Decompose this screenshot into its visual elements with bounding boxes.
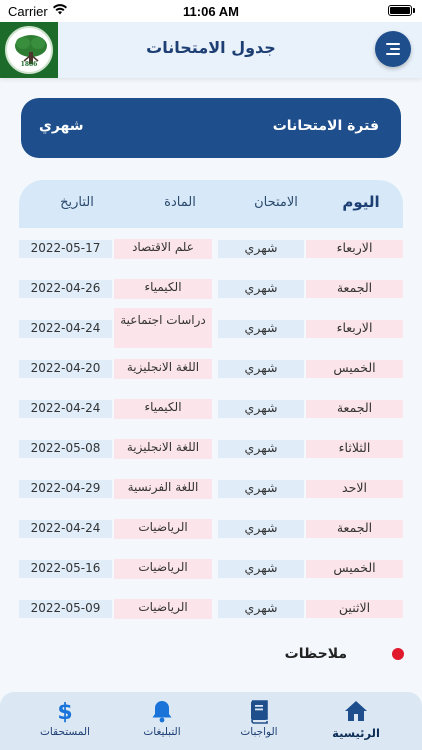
menu-icon [386,43,400,45]
home-icon [345,701,367,721]
clock: 11:06 AM [183,4,239,19]
cell-subject: اللغة الفرنسية [114,479,212,499]
dollar-icon: $ [57,700,72,724]
table-row: الاربعاء شهري دراسات اجتماعية 2022-04-24 [19,308,403,348]
cell-date: 2022-04-20 [19,360,112,378]
table-row: الاحد شهري اللغة الفرنسية 2022-04-29 [19,468,403,508]
cell-date: 2022-04-24 [19,400,112,418]
cell-subject: اللغة الانجليزية [114,439,212,459]
cell-exam: شهري [218,600,304,618]
tab-homework-label: الواجبات [240,726,278,738]
cell-date: 2022-04-24 [19,320,112,338]
period-value: شهري [39,118,84,134]
tab-notifications-label: التبليغات [143,726,181,738]
cell-exam: شهري [218,280,304,298]
tab-fees-label: المستحقات [40,726,90,738]
cell-day: الجمعة [306,400,403,418]
table-row: الجمعة شهري الرياضيات 2022-04-24 [19,508,403,548]
table-row: الخميس شهري اللغة الانجليزية 2022-04-20 [19,348,403,388]
cell-exam: شهري [218,240,304,258]
cell-exam: شهري [218,440,304,458]
cell-day: الجمعة [306,520,403,538]
cell-date: 2022-04-26 [19,280,112,298]
cell-date: 2022-04-29 [19,480,112,498]
cell-subject: الرياضيات [114,519,212,539]
tab-home-label: الرئيسية [332,726,380,740]
table-row: الاثنين شهري الرياضيات 2022-05-09 [19,588,403,628]
app-header: 1886 جدول الامتحانات [0,22,422,78]
header-subject: المادة [164,195,196,210]
status-bar: Carrier 11:06 AM [0,0,422,22]
cell-subject: الكيمياء [114,399,212,419]
bell-icon [152,701,172,723]
cell-exam: شهري [218,360,304,378]
logo-year: 1886 [20,61,38,68]
tab-homework[interactable]: الواجبات [214,698,304,738]
cell-subject: الرياضيات [114,599,212,619]
cell-subject: دراسات اجتماعية [114,308,212,348]
book-icon [251,700,268,724]
school-logo: 1886 [0,22,58,78]
notes-label: ملاحظات [284,646,347,662]
cell-subject: الكيمياء [114,279,212,299]
tab-home[interactable]: الرئيسية [311,698,401,740]
exam-period-card[interactable]: فترة الامتحانات شهري [21,98,401,158]
cell-day: الاربعاء [306,320,403,338]
header-exam: الامتحان [254,195,298,210]
cell-date: 2022-05-09 [19,600,112,618]
svg-text:$: $ [57,700,72,724]
page-title: جدول الامتحانات [146,38,276,57]
cell-day: الاحد [306,480,403,498]
table-row: الاربعاء شهري علم الاقتصاد 2022-05-17 [19,228,403,268]
notes-section[interactable]: ملاحظات [0,646,422,666]
header-date: التاريخ [60,195,94,210]
cell-day: الجمعة [306,280,403,298]
cell-date: 2022-05-16 [19,560,112,578]
cell-day: الخميس [306,560,403,578]
table-row: الخميس شهري الرياضيات 2022-05-16 [19,548,403,588]
battery-icon [388,5,415,16]
period-label: فترة الامتحانات [272,118,379,134]
cell-exam: شهري [218,400,304,418]
bottom-tab-bar: الرئيسية الواجبات التبليغات $ المستحقات [0,692,422,750]
tab-fees[interactable]: $ المستحقات [20,698,110,738]
table-header: اليوم الامتحان المادة التاريخ [19,180,403,228]
cell-day: الخميس [306,360,403,378]
cell-date: 2022-04-24 [19,520,112,538]
header-day: اليوم [342,193,380,211]
cell-date: 2022-05-17 [19,240,112,258]
cell-exam: شهري [218,320,304,338]
table-row: الجمعة شهري الكيمياء 2022-04-26 [19,268,403,308]
cell-day: الاربعاء [306,240,403,258]
cell-day: الثلاثاء [306,440,403,458]
tab-notifications[interactable]: التبليغات [117,698,207,738]
cell-date: 2022-05-08 [19,440,112,458]
table-row: الجمعة شهري الكيمياء 2022-04-24 [19,388,403,428]
cell-subject: الرياضيات [114,559,212,579]
cell-subject: علم الاقتصاد [114,239,212,259]
notes-indicator-dot [392,648,404,660]
table-row: الثلاثاء شهري اللغة الانجليزية 2022-05-0… [19,428,403,468]
cell-exam: شهري [218,520,304,538]
cell-subject: اللغة الانجليزية [114,359,212,379]
cell-day: الاثنين [306,600,403,618]
cell-exam: شهري [218,560,304,578]
cell-exam: شهري [218,480,304,498]
menu-button[interactable] [375,31,411,67]
